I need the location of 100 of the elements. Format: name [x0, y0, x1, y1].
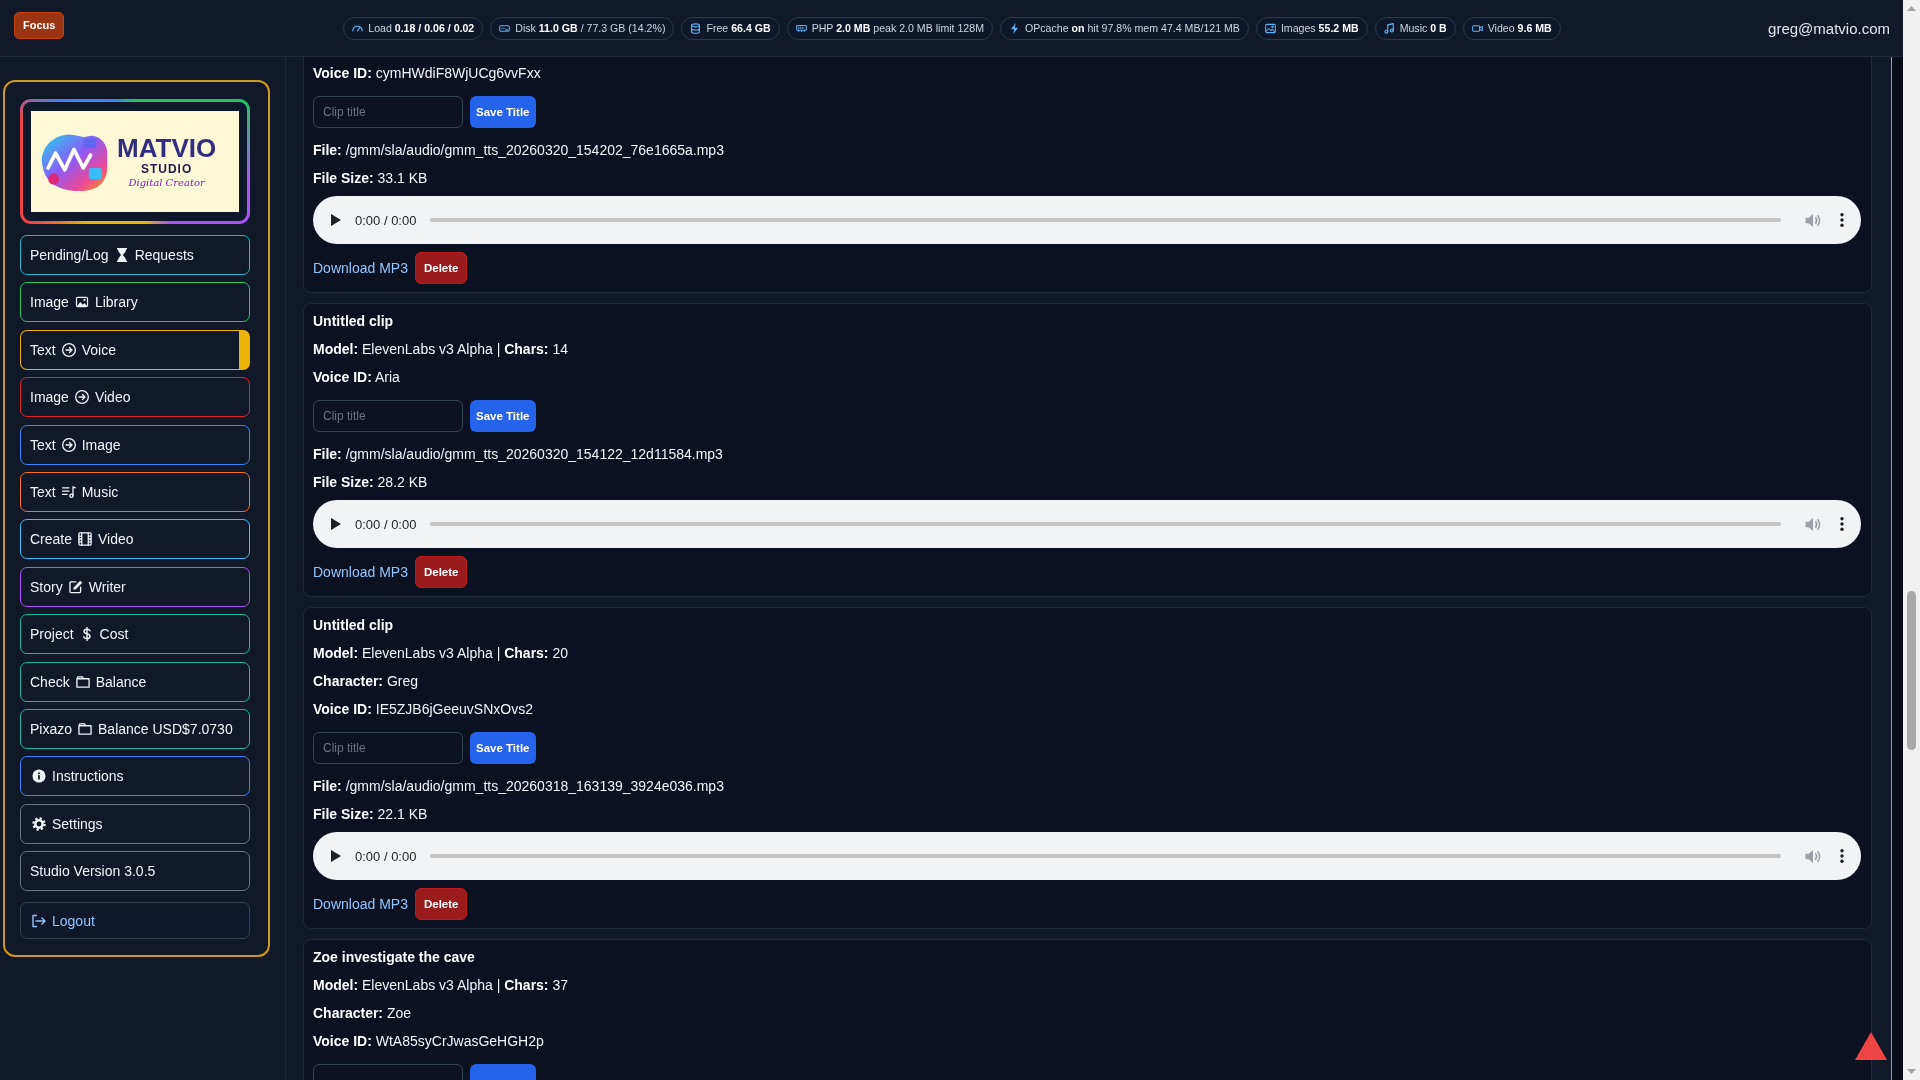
clip-detail: Voice ID: Aria	[313, 368, 400, 387]
clip-detail: File: /gmm/sla/audio/gmm_tts_20260318_163139_3924e036.mp3	[313, 777, 724, 796]
time-display: 0:00 / 0:00	[355, 848, 417, 864]
stat-text: Video 9.6 MB	[1487, 22, 1552, 34]
logout-button[interactable]: Logout	[20, 902, 250, 940]
audio-player[interactable]: 0:00 / 0:00	[313, 832, 1861, 880]
music-note-icon	[1383, 22, 1395, 34]
stat-text: Disk 11.0 GB / 77.3 GB (14.2%)	[515, 22, 666, 34]
down-arrow-icon[interactable]	[1907, 1069, 1916, 1074]
up-arrow-icon[interactable]	[1907, 6, 1916, 11]
more-options-icon[interactable]	[1840, 517, 1844, 531]
seek-track[interactable]	[430, 218, 1781, 222]
sidebar-item[interactable]: Create Video	[20, 519, 250, 560]
save-title-button[interactable]: Save Title	[470, 732, 536, 764]
stat-text: Load 0.18 / 0.06 / 0.02	[368, 22, 475, 34]
clip-detail: Model: ElevenLabs v3 Alpha | Chars: 37	[313, 976, 568, 995]
sidebar-item[interactable]: Pixazo Balance USD$7.0730	[20, 708, 250, 749]
sidebar-item[interactable]: Project Cost	[20, 614, 250, 655]
clip-detail: Character: Greg	[313, 672, 419, 691]
info-icon	[32, 769, 46, 784]
sidebar-item[interactable]: Text Voice	[20, 329, 250, 370]
settings-icon	[32, 816, 46, 831]
play-icon[interactable]	[331, 850, 341, 862]
stat-text: Music 0 B	[1399, 22, 1447, 34]
arrow-circle-icon	[61, 342, 76, 357]
database-icon	[690, 22, 702, 34]
arrow-circle-icon	[74, 390, 89, 405]
seek-track[interactable]	[430, 522, 1781, 526]
delete-button[interactable]: Delete	[414, 556, 468, 588]
time-display: 0:00 / 0:00	[355, 516, 417, 532]
sidebar-item[interactable]: Image Library	[20, 282, 250, 323]
arrow-circle-icon	[61, 437, 76, 452]
clip-title-input[interactable]: Clip title	[313, 400, 463, 432]
clip-detail: Model: ElevenLabs v3 Alpha | Chars: 20	[313, 644, 568, 663]
clip-title: Zoe investigate the cave	[313, 948, 475, 967]
clip-detail: File Size: 22.1 KB	[313, 805, 428, 824]
audio-player[interactable]: 0:00 / 0:00	[313, 196, 1861, 244]
sidebar-item[interactable]: Settings	[20, 803, 250, 844]
audio-player[interactable]: 0:00 / 0:00	[313, 500, 1861, 548]
clip-detail: File Size: 33.1 KB	[313, 169, 428, 188]
folder-icon	[75, 674, 90, 689]
clip-detail: File: /gmm/sla/audio/gmm_tts_20260320_154202_76e1665a.mp3	[313, 141, 724, 160]
delete-button[interactable]: Delete	[414, 252, 468, 284]
clip-detail: Character: Zoe	[313, 1004, 412, 1023]
clip-detail: Model: ElevenLabs v3 Alpha | Chars: 14	[313, 340, 568, 359]
volume-icon[interactable]	[1805, 848, 1821, 864]
sidebar-item[interactable]: Check Balance	[20, 661, 250, 702]
stat-text: Free 66.4 GB	[706, 22, 771, 34]
clip-detail: Voice ID: cymHWdiF8WjUCg6vvFxx	[313, 64, 541, 83]
clip-detail: Voice ID: IE5ZJB6jGeeuvSNxOvs2	[313, 700, 533, 719]
clip-title-input[interactable]: Clip title	[313, 732, 463, 764]
clip-title: Untitled clip	[313, 312, 394, 331]
sidebar-item[interactable]: Image Video	[20, 377, 250, 418]
seek-track[interactable]	[430, 854, 1781, 858]
download-link[interactable]: Download MP3	[313, 564, 408, 580]
more-options-icon[interactable]	[1840, 849, 1844, 863]
download-link[interactable]: Download MP3	[313, 260, 408, 276]
sidebar-item[interactable]: Pending/Log Requests	[20, 235, 250, 275]
more-options-icon[interactable]	[1840, 213, 1844, 227]
film-icon	[78, 532, 93, 547]
triangle-icon[interactable]	[1855, 1032, 1887, 1060]
user-email: greg@matvio.com	[1768, 19, 1890, 37]
memory-chip-icon	[795, 22, 807, 34]
hard-drive-icon	[499, 22, 511, 34]
stat-text: PHP 2.0 MB peak 2.0 MB limit 128M	[811, 22, 984, 34]
scrollbar[interactable]	[1903, 0, 1920, 1080]
delete-button[interactable]: Delete	[414, 888, 468, 920]
sidebar-item[interactable]: Story Writer	[20, 566, 250, 607]
volume-icon[interactable]	[1805, 516, 1821, 532]
sidebar-item[interactable]: Instructions	[20, 756, 250, 797]
hourglass-icon	[114, 248, 129, 262]
sidebar-item[interactable]: Text Music	[20, 471, 250, 512]
save-title-button[interactable]: Save Title	[470, 400, 536, 432]
play-icon[interactable]	[331, 518, 341, 530]
save-title-button[interactable]: Save Title	[470, 96, 536, 128]
clip-title: Untitled clip	[313, 616, 394, 635]
clip-title-input[interactable]: Clip title	[313, 96, 463, 128]
music-list-icon	[61, 484, 76, 499]
version-label: Studio Version 3.0.5	[20, 851, 250, 892]
logout-icon	[32, 913, 46, 928]
play-icon[interactable]	[331, 214, 341, 226]
image-icon	[74, 295, 89, 310]
sidebar-item[interactable]: Text Image	[20, 424, 250, 465]
scrollbar-thumb[interactable]	[1907, 591, 1916, 750]
clip-detail: Voice ID: WtA85syCrJwasGeHGH2p	[313, 1032, 544, 1051]
stat-text: OPcache on hit 97.8% mem 47.4 MB/121 MB	[1024, 22, 1240, 34]
brand-name: MATVIO	[117, 133, 217, 162]
brand-subtitle: STUDIO	[140, 161, 193, 176]
clip-detail: File: /gmm/sla/audio/gmm_tts_20260320_154122_12d11584.mp3	[313, 445, 723, 464]
focus-button[interactable]: Focus	[14, 11, 65, 39]
image-icon	[1264, 22, 1276, 34]
gauge-icon	[352, 22, 364, 34]
pencil-square-icon	[68, 579, 83, 594]
brand-tagline: Digital Creator	[128, 175, 205, 190]
video-camera-icon	[1471, 22, 1483, 34]
download-link[interactable]: Download MP3	[313, 896, 408, 912]
folder-icon	[78, 721, 93, 736]
clip-detail: File Size: 28.2 KB	[313, 473, 428, 492]
stat-text: Images 55.2 MB	[1280, 22, 1359, 34]
volume-icon[interactable]	[1805, 212, 1821, 228]
